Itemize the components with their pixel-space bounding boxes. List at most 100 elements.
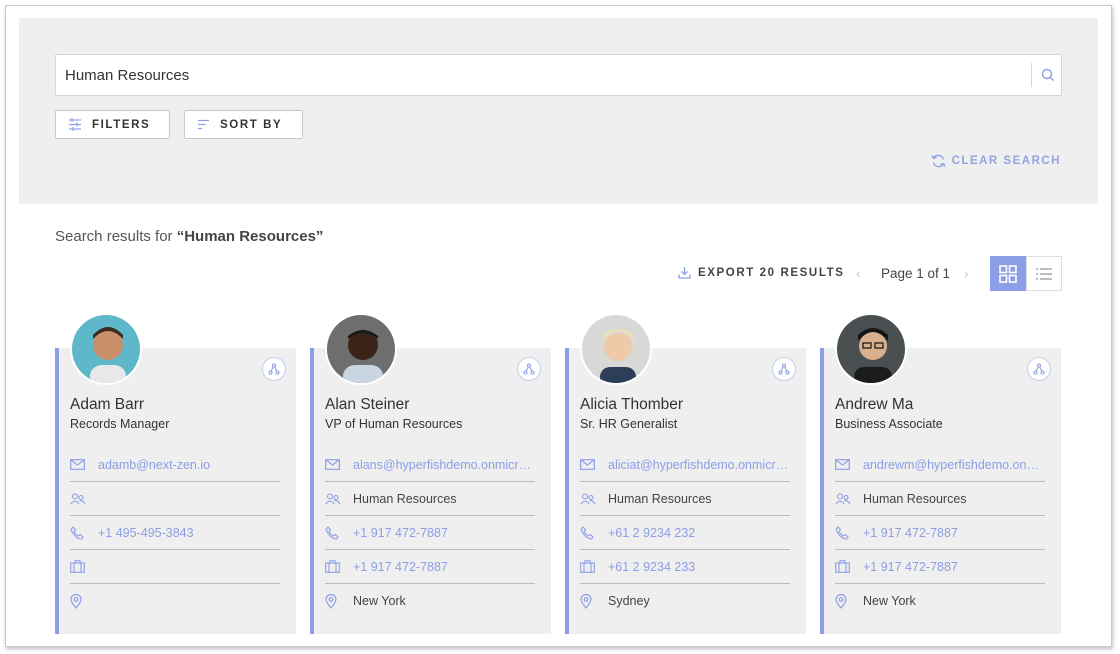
sort-by-button[interactable]: SORT BY bbox=[184, 110, 303, 139]
location-text: Sydney bbox=[608, 594, 650, 608]
sort-by-label: SORT BY bbox=[220, 118, 283, 131]
search-box bbox=[55, 54, 1062, 96]
mail-icon bbox=[325, 459, 353, 470]
search-button[interactable] bbox=[1034, 55, 1062, 95]
location-pin-icon bbox=[70, 593, 98, 609]
email-link[interactable]: alans@hyperfishdemo.onmicros... bbox=[353, 458, 535, 472]
contact-rows: aliciat@hyperfishdemo.onmicros... Human … bbox=[580, 448, 790, 618]
person-title: Sr. HR Generalist bbox=[580, 417, 678, 431]
org-chart-button[interactable] bbox=[772, 357, 796, 381]
briefcase-icon bbox=[70, 560, 98, 573]
location-text: New York bbox=[353, 594, 406, 608]
grid-icon bbox=[999, 264, 1017, 283]
work-phone-link[interactable]: +61 2 9234 233 bbox=[608, 560, 695, 574]
location-row: New York bbox=[835, 584, 1045, 618]
person-card[interactable]: Andrew Ma Business Associate andrewm@hyp… bbox=[820, 313, 1061, 634]
phone-row: +1 917 472-7887 bbox=[325, 516, 535, 550]
location-row: New York bbox=[325, 584, 535, 618]
phone-row: +61 2 9234 232 bbox=[580, 516, 790, 550]
phone-link[interactable]: +61 2 9234 232 bbox=[608, 526, 695, 540]
phone-row: +1 917 472-7887 bbox=[835, 516, 1045, 550]
phone-row: +1 495-495-3843 bbox=[70, 516, 280, 550]
export-label: EXPORT 20 RESULTS bbox=[698, 266, 845, 279]
work-phone-link[interactable]: +1 917 472-7887 bbox=[353, 560, 448, 574]
work-phone-link[interactable]: +1 917 472-7887 bbox=[863, 560, 958, 574]
filters-button[interactable]: FILTERS bbox=[55, 110, 170, 139]
mail-icon bbox=[835, 459, 863, 470]
person-name[interactable]: Alan Steiner bbox=[325, 396, 409, 414]
location-row bbox=[70, 584, 280, 618]
sort-icon bbox=[198, 119, 209, 130]
location-text: New York bbox=[863, 594, 916, 608]
page-indicator: Page 1 of 1 bbox=[881, 266, 951, 281]
phone-icon bbox=[580, 525, 608, 540]
department-row: Human Resources bbox=[835, 482, 1045, 516]
phone-link[interactable]: +1 495-495-3843 bbox=[98, 526, 194, 540]
phone-icon bbox=[70, 525, 98, 540]
avatar bbox=[325, 313, 397, 385]
previous-page-chevron-icon[interactable]: ‹ bbox=[856, 265, 861, 281]
filters-label: FILTERS bbox=[92, 118, 151, 131]
person-name[interactable]: Alicia Thomber bbox=[580, 396, 683, 414]
export-button[interactable]: EXPORT 20 RESULTS bbox=[678, 266, 844, 279]
list-view-button[interactable] bbox=[1026, 256, 1062, 291]
phone-link[interactable]: +1 917 472-7887 bbox=[353, 526, 448, 540]
person-card[interactable]: Alicia Thomber Sr. HR Generalist aliciat… bbox=[565, 313, 806, 634]
person-title: Business Associate bbox=[835, 417, 943, 431]
person-name[interactable]: Andrew Ma bbox=[835, 396, 913, 414]
email-row: alans@hyperfishdemo.onmicros... bbox=[325, 448, 535, 482]
phone-link[interactable]: +1 917 472-7887 bbox=[863, 526, 958, 540]
phone-icon bbox=[325, 525, 353, 540]
location-pin-icon bbox=[580, 593, 608, 609]
location-row: Sydney bbox=[580, 584, 790, 618]
avatar bbox=[70, 313, 142, 385]
avatar bbox=[835, 313, 907, 385]
person-title: Records Manager bbox=[70, 417, 170, 431]
org-chart-button[interactable] bbox=[1027, 357, 1051, 381]
email-link[interactable]: andrewm@hyperfishdemo.onmi... bbox=[863, 458, 1045, 472]
email-link[interactable]: adamb@next-zen.io bbox=[98, 458, 210, 472]
person-title: VP of Human Resources bbox=[325, 417, 463, 431]
work-phone-row bbox=[70, 550, 280, 584]
results-heading: Search results for “Human Resources” bbox=[55, 228, 323, 245]
results-prefix: Search results for bbox=[55, 228, 177, 245]
people-icon bbox=[835, 492, 863, 505]
org-chart-icon bbox=[1033, 363, 1045, 375]
department-row: Human Resources bbox=[325, 482, 535, 516]
contact-rows: alans@hyperfishdemo.onmicros... Human Re… bbox=[325, 448, 535, 618]
location-pin-icon bbox=[325, 593, 353, 609]
email-row: adamb@next-zen.io bbox=[70, 448, 280, 482]
clear-search-button[interactable]: CLEAR SEARCH bbox=[930, 154, 1061, 168]
contact-rows: andrewm@hyperfishdemo.onmi... Human Reso… bbox=[835, 448, 1045, 618]
results-query: “Human Resources” bbox=[176, 228, 324, 245]
person-card[interactable]: Alan Steiner VP of Human Resources alans… bbox=[310, 313, 551, 634]
department-text: Human Resources bbox=[608, 491, 712, 506]
person-name[interactable]: Adam Barr bbox=[70, 396, 144, 414]
next-page-chevron-icon[interactable]: › bbox=[964, 265, 969, 281]
search-divider bbox=[1031, 63, 1032, 87]
grid-view-button[interactable] bbox=[990, 256, 1026, 291]
department-row bbox=[70, 482, 280, 516]
email-row: aliciat@hyperfishdemo.onmicros... bbox=[580, 448, 790, 482]
download-icon bbox=[678, 267, 691, 279]
location-pin-icon bbox=[835, 593, 863, 609]
org-chart-icon bbox=[778, 363, 790, 375]
mail-icon bbox=[580, 459, 608, 470]
org-chart-button[interactable] bbox=[517, 357, 541, 381]
list-icon bbox=[1036, 267, 1052, 280]
people-icon bbox=[70, 492, 98, 505]
refresh-icon bbox=[930, 154, 946, 168]
search-input[interactable] bbox=[56, 55, 1031, 95]
work-phone-row: +61 2 9234 233 bbox=[580, 550, 790, 584]
department-row: Human Resources bbox=[580, 482, 790, 516]
sliders-icon bbox=[69, 118, 81, 131]
briefcase-icon bbox=[325, 560, 353, 573]
org-chart-button[interactable] bbox=[262, 357, 286, 381]
department-text: Human Resources bbox=[353, 491, 457, 506]
people-icon bbox=[580, 492, 608, 505]
phone-icon bbox=[835, 525, 863, 540]
org-chart-icon bbox=[268, 363, 280, 375]
email-link[interactable]: aliciat@hyperfishdemo.onmicros... bbox=[608, 458, 790, 472]
org-chart-icon bbox=[523, 363, 535, 375]
person-card[interactable]: Adam Barr Records Manager adamb@next-zen… bbox=[55, 313, 296, 634]
